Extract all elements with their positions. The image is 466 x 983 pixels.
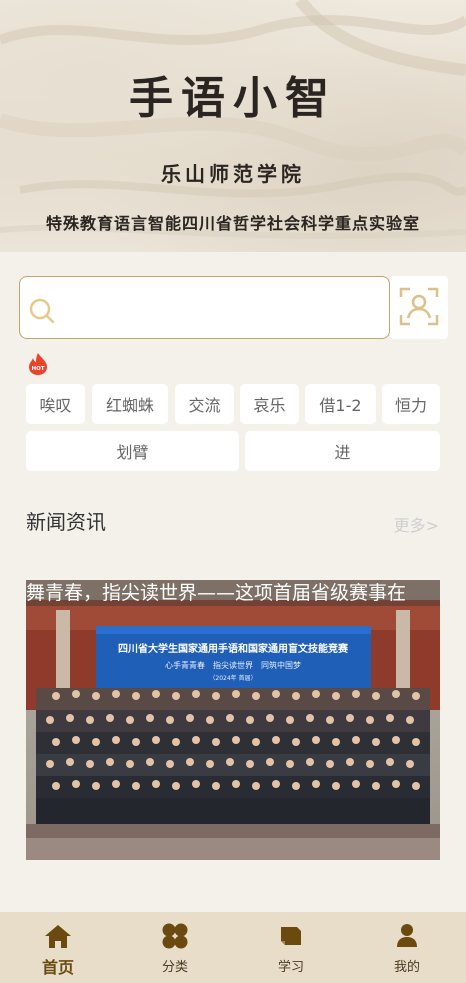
search-icon (28, 297, 56, 329)
svg-text:（2024年 首届）: （2024年 首届） (209, 674, 256, 682)
tab-study[interactable]: 学习 (251, 912, 331, 983)
news-carousel[interactable]: 四川省大学生国家通用手语和国家通用盲文技能竞赛 心手青青春 指尖读世界 同筑中国… (26, 580, 440, 860)
hot-tag[interactable]: 划臂 (26, 431, 239, 471)
school-name: 乐山师范学院 (161, 162, 305, 186)
hot-tag[interactable]: 进 (245, 431, 440, 471)
svg-text:HOT: HOT (31, 366, 44, 372)
tab-home-label: 首页 (41, 958, 74, 977)
hot-tag[interactable]: 哀乐 (240, 384, 299, 424)
hot-badge: HOT (27, 352, 49, 380)
bottom-tab-bar: 首页 分类 学习 我的 (0, 912, 466, 983)
svg-text:心手青青春 指尖读世界 同筑中国梦: 心手青青春 指尖读世界 同筑中国梦 (165, 660, 301, 670)
hot-tag[interactable]: 恒力 (382, 384, 440, 424)
tab-home[interactable]: 首页 (18, 912, 98, 983)
category-icon (161, 922, 189, 950)
home-icon (44, 922, 72, 950)
tab-profile[interactable]: 我的 (367, 912, 447, 983)
search-box[interactable] (19, 276, 390, 339)
news-headline[interactable]: 舞青春，指尖读世界——这项首届省级赛事在 (26, 580, 440, 606)
tab-profile-label: 我的 (393, 960, 420, 975)
hot-tag[interactable]: 交流 (175, 384, 234, 424)
svg-text:四川省大学生国家通用手语和国家通用盲文技能竞赛: 四川省大学生国家通用手语和国家通用盲文技能竞赛 (118, 642, 349, 655)
search-input[interactable] (66, 285, 376, 331)
user-icon (396, 922, 418, 950)
hot-tag[interactable]: 红蜘蛛 (92, 384, 168, 424)
hot-flame-icon: HOT (29, 353, 47, 375)
tab-category[interactable]: 分类 (135, 912, 215, 983)
face-scan-icon (399, 286, 439, 330)
study-icon (278, 922, 304, 950)
tab-study-label: 学习 (277, 960, 304, 975)
hot-tag[interactable]: 借1-2 (305, 384, 376, 424)
tab-category-label: 分类 (161, 960, 188, 975)
header-banner: 手语小智 乐山师范学院 特殊教育语言智能四川省哲学社会科学重点实验室 (0, 0, 466, 252)
news-more-link[interactable]: 更多> (394, 512, 439, 536)
news-section-title: 新闻资讯 (26, 510, 106, 534)
hot-tag[interactable]: 唉叹 (26, 384, 85, 424)
app-title: 手语小智 (129, 73, 337, 124)
scan-sign-button[interactable] (390, 276, 448, 339)
news-photo: 四川省大学生国家通用手语和国家通用盲文技能竞赛 心手青青春 指尖读世界 同筑中国… (26, 580, 440, 860)
lab-name: 特殊教育语言智能四川省哲学社会科学重点实验室 (45, 214, 420, 233)
